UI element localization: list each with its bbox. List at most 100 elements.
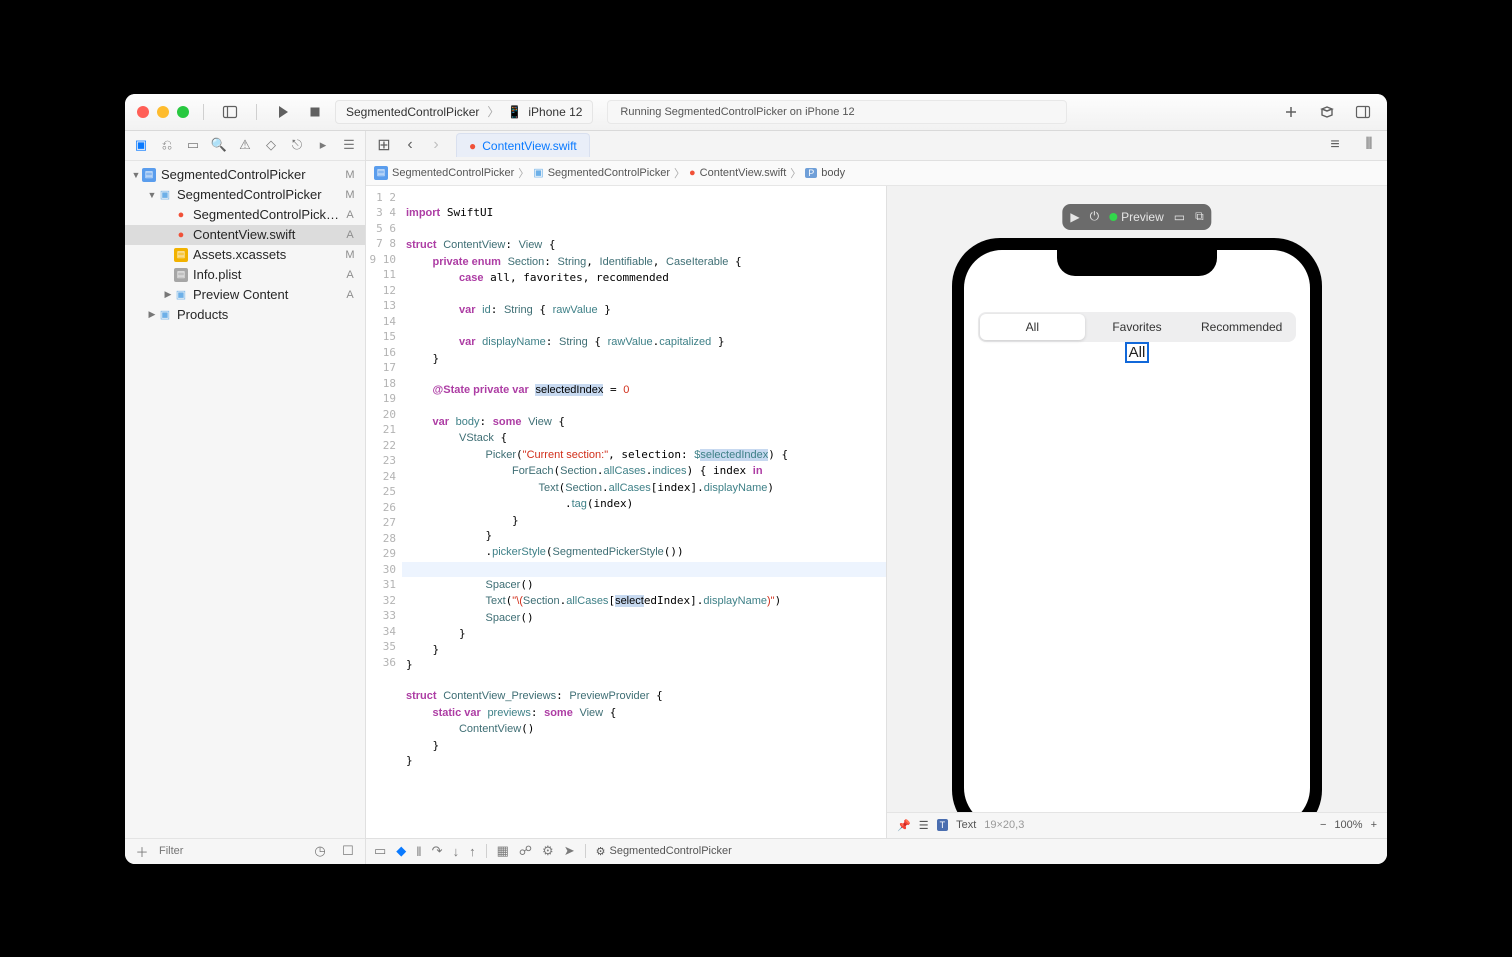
minimap-toggle-icon[interactable]: ≡ [1323,133,1347,157]
folder-icon: ▣ [173,287,189,303]
breakpoints-icon[interactable]: ◆ [396,843,406,859]
location-icon[interactable]: ➤ [564,843,575,859]
titlebar: SegmentedControlPicker 〉 📱 iPhone 12 Run… [125,94,1387,131]
tree-label: Info.plist [193,267,343,282]
sidebar-toggle-icon[interactable] [218,100,242,124]
run-button[interactable] [271,100,295,124]
nav-forward-icon[interactable]: › [424,133,448,157]
scm-badge: M [343,249,357,261]
preview-canvas[interactable]: ▶ ⏻ Preview ▭ ⧉ All Favorites [887,186,1387,812]
add-file-icon[interactable]: ＋ [131,840,153,862]
find-navigator-icon[interactable]: 🔍 [209,134,229,156]
scm-filter-icon[interactable]: ☐ [337,840,359,862]
step-in-icon[interactable]: ↓ [453,844,460,859]
view-debug-icon[interactable]: ▦ [497,843,509,859]
disclosure-icon[interactable]: ▶ [163,289,173,300]
pin-icon[interactable]: 📌 [897,819,911,832]
segment-recommended[interactable]: Recommended [1189,314,1294,340]
tree-row[interactable]: ▤Info.plistA [125,265,365,285]
tree-label: SegmentedControlPicker [161,167,343,182]
debug-navigator-icon[interactable]: ⎋ [287,134,307,156]
preview-duplicate-icon[interactable]: ⧉ [1195,209,1204,224]
tree-label: SegmentedControlPicke... [193,207,343,222]
scheme-selector[interactable]: SegmentedControlPicker 〉 📱 iPhone 12 [335,100,593,124]
project-navigator-icon[interactable]: ▣ [131,134,151,156]
scm-badge: A [343,289,357,301]
tab-contentview[interactable]: ● ContentView.swift [456,133,590,157]
test-navigator-icon[interactable]: ◇ [261,134,281,156]
disclosure-icon[interactable]: ▶ [147,309,157,320]
recent-filter-icon[interactable]: ◷ [309,840,331,862]
folder-icon: ▣ [157,187,173,203]
preview-live-indicator[interactable]: Preview [1109,210,1164,224]
selected-text-label[interactable]: All [1125,342,1150,363]
code-editor[interactable]: 1 2 3 4 5 6 7 8 9 10 11 12 13 14 15 16 1… [366,186,887,838]
preview-device-icon[interactable]: ▭ [1174,210,1185,224]
assets-icon: ▤ [173,247,189,263]
tree-label: Preview Content [193,287,343,302]
disclosure-icon[interactable]: ▼ [131,170,141,180]
device-notch [1057,250,1217,276]
element-type: Text [956,819,976,831]
tree-label: ContentView.swift [193,227,343,242]
related-items-icon[interactable]: ⊞ [372,133,396,157]
close-button[interactable] [137,106,149,118]
tree-label: Assets.xcassets [193,247,343,262]
symbol-navigator-icon[interactable]: ▭ [183,134,203,156]
report-navigator-icon[interactable]: ☰ [339,134,359,156]
nav-back-icon[interactable]: ‹ [398,133,422,157]
tree-row[interactable]: ●ContentView.swiftA [125,225,365,245]
inspector-toggle-icon[interactable] [1351,100,1375,124]
project-tree[interactable]: ▼▤SegmentedControlPickerM▼▣SegmentedCont… [125,161,365,838]
tree-row[interactable]: ▤ Assets.xcassetsM [125,245,365,265]
tab-bar: ⊞ ‹ › ● ContentView.swift ≡ ⫴ [366,131,1387,161]
element-type-icon: T [937,819,949,831]
zoom-button[interactable] [177,106,189,118]
segmented-picker[interactable]: All Favorites Recommended [978,312,1296,342]
debug-scheme[interactable]: ⚙SegmentedControlPicker [596,845,732,858]
code-content[interactable]: import SwiftUI struct ContentView: View … [402,186,886,838]
preview-resume-icon[interactable]: ▶ [1070,210,1079,224]
tree-row[interactable]: ●SegmentedControlPicke...A [125,205,365,225]
scm-badge: A [343,209,357,221]
activity-status: Running SegmentedControlPicker on iPhone… [607,100,1067,124]
navigator-filter: ＋ ◷ ☐ [125,838,365,864]
step-over-icon[interactable]: ↷ [432,843,443,859]
segment-all[interactable]: All [980,314,1085,340]
editor-split: 1 2 3 4 5 6 7 8 9 10 11 12 13 14 15 16 1… [366,186,1387,838]
tree-row[interactable]: ▶▣Products [125,305,365,325]
disclosure-icon[interactable]: ▼ [147,190,157,200]
breakpoint-navigator-icon[interactable]: ▸ [313,134,333,156]
step-out-icon[interactable]: ↑ [469,844,476,859]
zoom-out-icon[interactable]: − [1320,819,1326,831]
segment-favorites[interactable]: Favorites [1085,314,1190,340]
add-button[interactable] [1279,100,1303,124]
scm-badge: M [343,189,357,201]
environment-icon[interactable]: ⚙ [542,843,554,859]
element-dims: 19×20,3 [984,819,1024,831]
continue-icon[interactable]: ‖ [416,844,421,859]
traffic-lights [137,106,189,118]
jump-bar[interactable]: ▤SegmentedControlPicker 〉 ▣SegmentedCont… [366,161,1387,186]
memory-graph-icon[interactable]: ☍ [519,843,532,859]
inspector-list-icon[interactable]: ☰ [919,819,929,832]
device-screen[interactable]: All Favorites Recommended All [964,250,1310,812]
source-control-navigator-icon[interactable]: ⎌ [157,134,177,156]
debug-hide-icon[interactable]: ▭ [374,843,386,859]
tree-label: SegmentedControlPicker [177,187,343,202]
tree-row[interactable]: ▼▣ SegmentedControlPickerM [125,185,365,205]
filter-input[interactable] [159,845,303,857]
plist-icon: ▤ [173,267,189,283]
issue-navigator-icon[interactable]: ⚠ [235,134,255,156]
zoom-in-icon[interactable]: + [1371,819,1377,831]
minimize-button[interactable] [157,106,169,118]
line-gutter: 1 2 3 4 5 6 7 8 9 10 11 12 13 14 15 16 1… [366,186,402,838]
preview-power-icon[interactable]: ⏻ [1090,209,1100,224]
tree-row[interactable]: ▶▣ Preview ContentA [125,285,365,305]
preview-footer: 📌 ☰ T Text 19×20,3 − 100% + [887,812,1387,838]
xcode-window: SegmentedControlPicker 〉 📱 iPhone 12 Run… [125,94,1387,864]
stop-button[interactable] [303,100,327,124]
library-button[interactable] [1315,100,1339,124]
adjust-editor-icon[interactable]: ⫴ [1357,133,1381,157]
tree-row[interactable]: ▼▤SegmentedControlPickerM [125,165,365,185]
